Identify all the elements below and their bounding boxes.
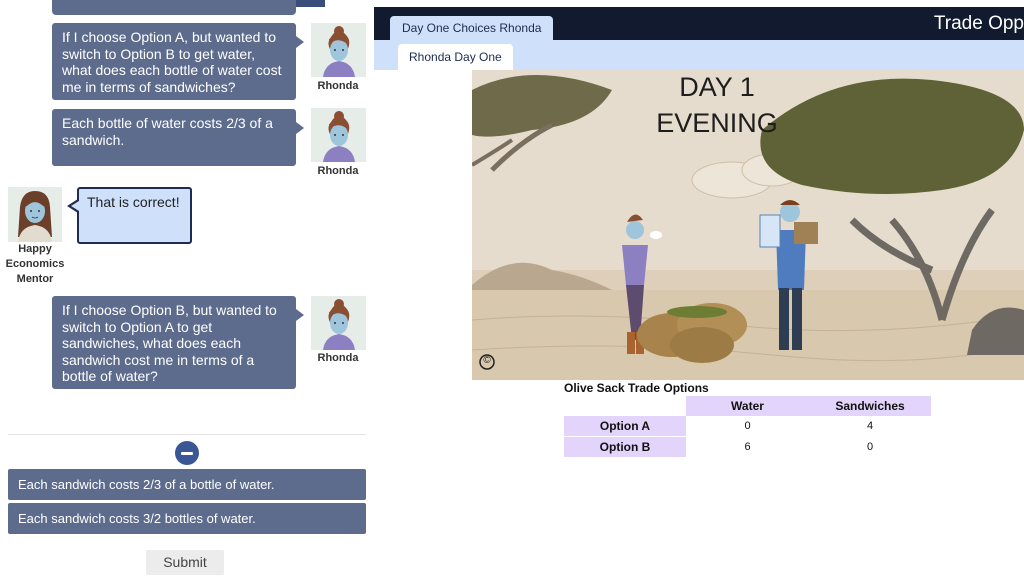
answer-bubble-1: Each bottle of water costs 2/3 of a sand… [52,109,304,166]
previous-message-bubble [52,0,296,15]
divider [8,434,366,435]
table-row-label: Option A [564,416,686,436]
rhonda-name-label: Rhonda [317,80,359,92]
tab-day-one-choices[interactable]: Day One Choices Rhonda [390,16,554,40]
table-cell: 4 [866,420,874,432]
scene-time-label: EVENING [656,108,778,138]
question-bubble-2: If I choose Option B, but wanted to swit… [52,296,304,389]
question-bubble-1: If I choose Option A, but wanted to swit… [52,23,304,100]
chat-panel: If I choose Option A, but wanted to swit… [0,0,372,577]
choice-option-1[interactable]: Each sandwich costs 2/3 of a bottle of w… [8,469,366,500]
rhonda-name-label: Rhonda [317,165,359,177]
table-header-water: Water [686,396,809,416]
collapse-minus-icon[interactable] [175,441,199,465]
page-title: Trade Opp [933,13,1024,34]
table-title: Olive Sack Trade Options [564,381,709,395]
table-cell: 6 [744,441,751,453]
table-cell: 0 [744,420,751,432]
mentor-name-label: Happy Economics Mentor [5,243,65,285]
scene-day-label: DAY 1 [679,72,755,102]
rhonda-avatar-icon [311,108,366,162]
content-panel: Day One Choices Rhonda Trade Opp Rhonda … [374,0,1024,577]
feedback-bubble: That is correct! [67,187,192,244]
table-header-sandwiches: Sandwiches [809,396,931,416]
rhonda-name-label: Rhonda [317,352,359,364]
mentor-avatar-icon [8,187,62,242]
scene-illustration: DAY 1 EVENING © [472,70,1024,380]
rhonda-avatar-icon [311,296,366,350]
tab-rhonda-day-one[interactable]: Rhonda Day One [398,44,513,70]
copyright-icon: © [483,355,491,366]
table-cell: 0 [866,441,874,453]
rhonda-avatar-icon [311,23,366,77]
choice-option-2[interactable]: Each sandwich costs 3/2 bottles of water… [8,503,366,534]
submit-button[interactable]: Submit [146,550,224,575]
table-row-label: Option B [564,437,686,457]
